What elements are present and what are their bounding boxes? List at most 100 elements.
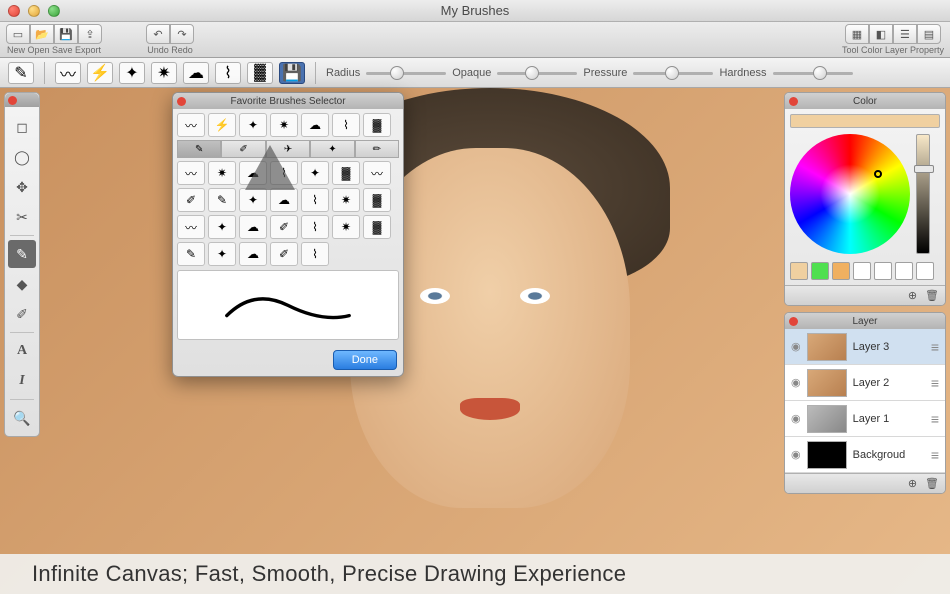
brush-tab-pencil[interactable]: ✏ <box>355 140 399 158</box>
brush-opt[interactable]: ✦ <box>239 188 267 212</box>
opaque-slider[interactable] <box>497 66 577 80</box>
layer-row-1[interactable]: ◉ Layer 1 ≡ <box>785 401 945 437</box>
swatch-6[interactable] <box>895 262 913 280</box>
brush-opt[interactable]: ⌇ <box>270 161 298 185</box>
brush-preset-5[interactable]: ☁ <box>183 62 209 84</box>
move-tool[interactable]: ✥ <box>8 173 36 201</box>
swatch-1[interactable] <box>790 262 808 280</box>
layer-row-bg[interactable]: ◉ Backgroud ≡ <box>785 437 945 473</box>
fav-brush-6[interactable]: ⌇ <box>332 113 360 137</box>
visibility-icon[interactable]: ◉ <box>791 448 801 461</box>
fav-brush-5[interactable]: ☁ <box>301 113 329 137</box>
layer-menu-icon[interactable]: ≡ <box>931 375 939 391</box>
open-button[interactable]: 📂 <box>30 24 54 44</box>
add-layer-icon[interactable]: ⊕ <box>908 477 917 490</box>
eyedropper-tool[interactable]: ✐ <box>8 300 36 328</box>
layer-menu-icon[interactable]: ≡ <box>931 339 939 355</box>
brush-opt[interactable]: ✦ <box>301 161 329 185</box>
brush-opt[interactable]: 〰 <box>177 215 205 239</box>
redo-button[interactable]: ↷ <box>170 24 194 44</box>
brush-opt[interactable]: ▓ <box>363 188 391 212</box>
brush-opt[interactable]: ▓ <box>363 215 391 239</box>
color-panel-toggle[interactable]: ◧ <box>869 24 893 44</box>
brush-tab-pen[interactable]: ✎ <box>177 140 221 158</box>
swatch-2[interactable] <box>811 262 829 280</box>
brush-preset-4[interactable]: ✷ <box>151 62 177 84</box>
fav-brush-1[interactable]: 〰 <box>177 113 205 137</box>
current-color-bar[interactable] <box>790 114 940 128</box>
brush-preset-6[interactable]: ⌇ <box>215 62 241 84</box>
brush-opt[interactable]: ⌇ <box>301 215 329 239</box>
export-button[interactable]: ⇪ <box>78 24 102 44</box>
brush-tool[interactable]: ✎ <box>8 240 36 268</box>
save-button[interactable]: 💾 <box>54 24 78 44</box>
brush-opt[interactable]: ✎ <box>177 242 205 266</box>
pressure-slider[interactable] <box>633 66 713 80</box>
radius-slider[interactable] <box>366 66 446 80</box>
brush-opt[interactable]: ✦ <box>208 215 236 239</box>
visibility-icon[interactable]: ◉ <box>791 340 801 353</box>
brush-opt[interactable]: ☁ <box>239 215 267 239</box>
add-swatch-icon[interactable]: ⊕ <box>908 289 917 302</box>
brightness-slider[interactable] <box>916 134 930 254</box>
delete-layer-icon[interactable]: 🗑 <box>925 477 939 490</box>
fav-brush-4[interactable]: ✷ <box>270 113 298 137</box>
done-button[interactable]: Done <box>333 350 397 370</box>
brush-opt[interactable]: ✐ <box>270 215 298 239</box>
brush-tab-effect[interactable]: ✦ <box>310 140 354 158</box>
brush-preset-1[interactable]: 〰 <box>55 62 81 84</box>
brush-opt[interactable]: 〰 <box>177 161 205 185</box>
brush-opt[interactable]: ⌇ <box>301 242 329 266</box>
layer-row-2[interactable]: ◉ Layer 2 ≡ <box>785 365 945 401</box>
marquee-tool[interactable]: ◻ <box>8 113 36 141</box>
visibility-icon[interactable]: ◉ <box>791 412 801 425</box>
undo-button[interactable]: ↶ <box>146 24 170 44</box>
brush-opt[interactable]: ✦ <box>208 242 236 266</box>
brush-opt[interactable]: ✎ <box>208 188 236 212</box>
layer-row-3[interactable]: ◉ Layer 3 ≡ <box>785 329 945 365</box>
brush-opt[interactable]: ✐ <box>177 188 205 212</box>
layer-menu-icon[interactable]: ≡ <box>931 411 939 427</box>
brush-preset-2[interactable]: ⚡ <box>87 62 113 84</box>
swatch-3[interactable] <box>832 262 850 280</box>
brush-opt[interactable]: ✷ <box>208 161 236 185</box>
brush-preset-save[interactable]: 💾 <box>279 62 305 84</box>
eraser-tool[interactable]: ◆ <box>8 270 36 298</box>
brush-opt[interactable]: ▓ <box>332 161 360 185</box>
brush-opt[interactable]: ✷ <box>332 215 360 239</box>
brush-tab-airbrush[interactable]: ✈ <box>266 140 310 158</box>
layer-menu-icon[interactable]: ≡ <box>931 447 939 463</box>
crop-tool[interactable]: ✂ <box>8 203 36 231</box>
brush-opt[interactable]: ✐ <box>270 242 298 266</box>
lasso-tool[interactable]: ◯ <box>8 143 36 171</box>
fav-brush-2[interactable]: ⚡ <box>208 113 236 137</box>
hardness-slider[interactable] <box>773 66 853 80</box>
fav-brush-7[interactable]: ▓ <box>363 113 391 137</box>
swatch-5[interactable] <box>874 262 892 280</box>
property-panel-toggle[interactable]: ▤ <box>917 24 941 44</box>
brush-opt[interactable]: 〰 <box>363 161 391 185</box>
text-tool[interactable]: A <box>8 337 36 365</box>
layer-panel-toggle[interactable]: ☰ <box>893 24 917 44</box>
swatch-4[interactable] <box>853 262 871 280</box>
brush-opt[interactable]: ✷ <box>332 188 360 212</box>
brush-tab-marker[interactable]: ✐ <box>221 140 265 158</box>
color-wheel[interactable] <box>790 134 910 254</box>
brush-opt[interactable]: ☁ <box>270 188 298 212</box>
left-panel-close[interactable] <box>8 96 17 105</box>
tool-panel-toggle[interactable]: ▦ <box>845 24 869 44</box>
radius-label: Radius <box>326 67 360 79</box>
fav-brush-3[interactable]: ✦ <box>239 113 267 137</box>
color-swatches <box>790 262 940 280</box>
brush-preset-7[interactable]: ▓ <box>247 62 273 84</box>
brush-opt[interactable]: ⌇ <box>301 188 329 212</box>
brush-opt[interactable]: ☁ <box>239 161 267 185</box>
delete-swatch-icon[interactable]: 🗑 <box>925 289 939 302</box>
zoom-tool[interactable]: 🔍 <box>8 404 36 432</box>
visibility-icon[interactable]: ◉ <box>791 376 801 389</box>
swatch-7[interactable] <box>916 262 934 280</box>
new-button[interactable]: ▭ <box>6 24 30 44</box>
brush-opt[interactable]: ☁ <box>239 242 267 266</box>
brush-preset-3[interactable]: ✦ <box>119 62 145 84</box>
text-italic-tool[interactable]: I <box>8 367 36 395</box>
